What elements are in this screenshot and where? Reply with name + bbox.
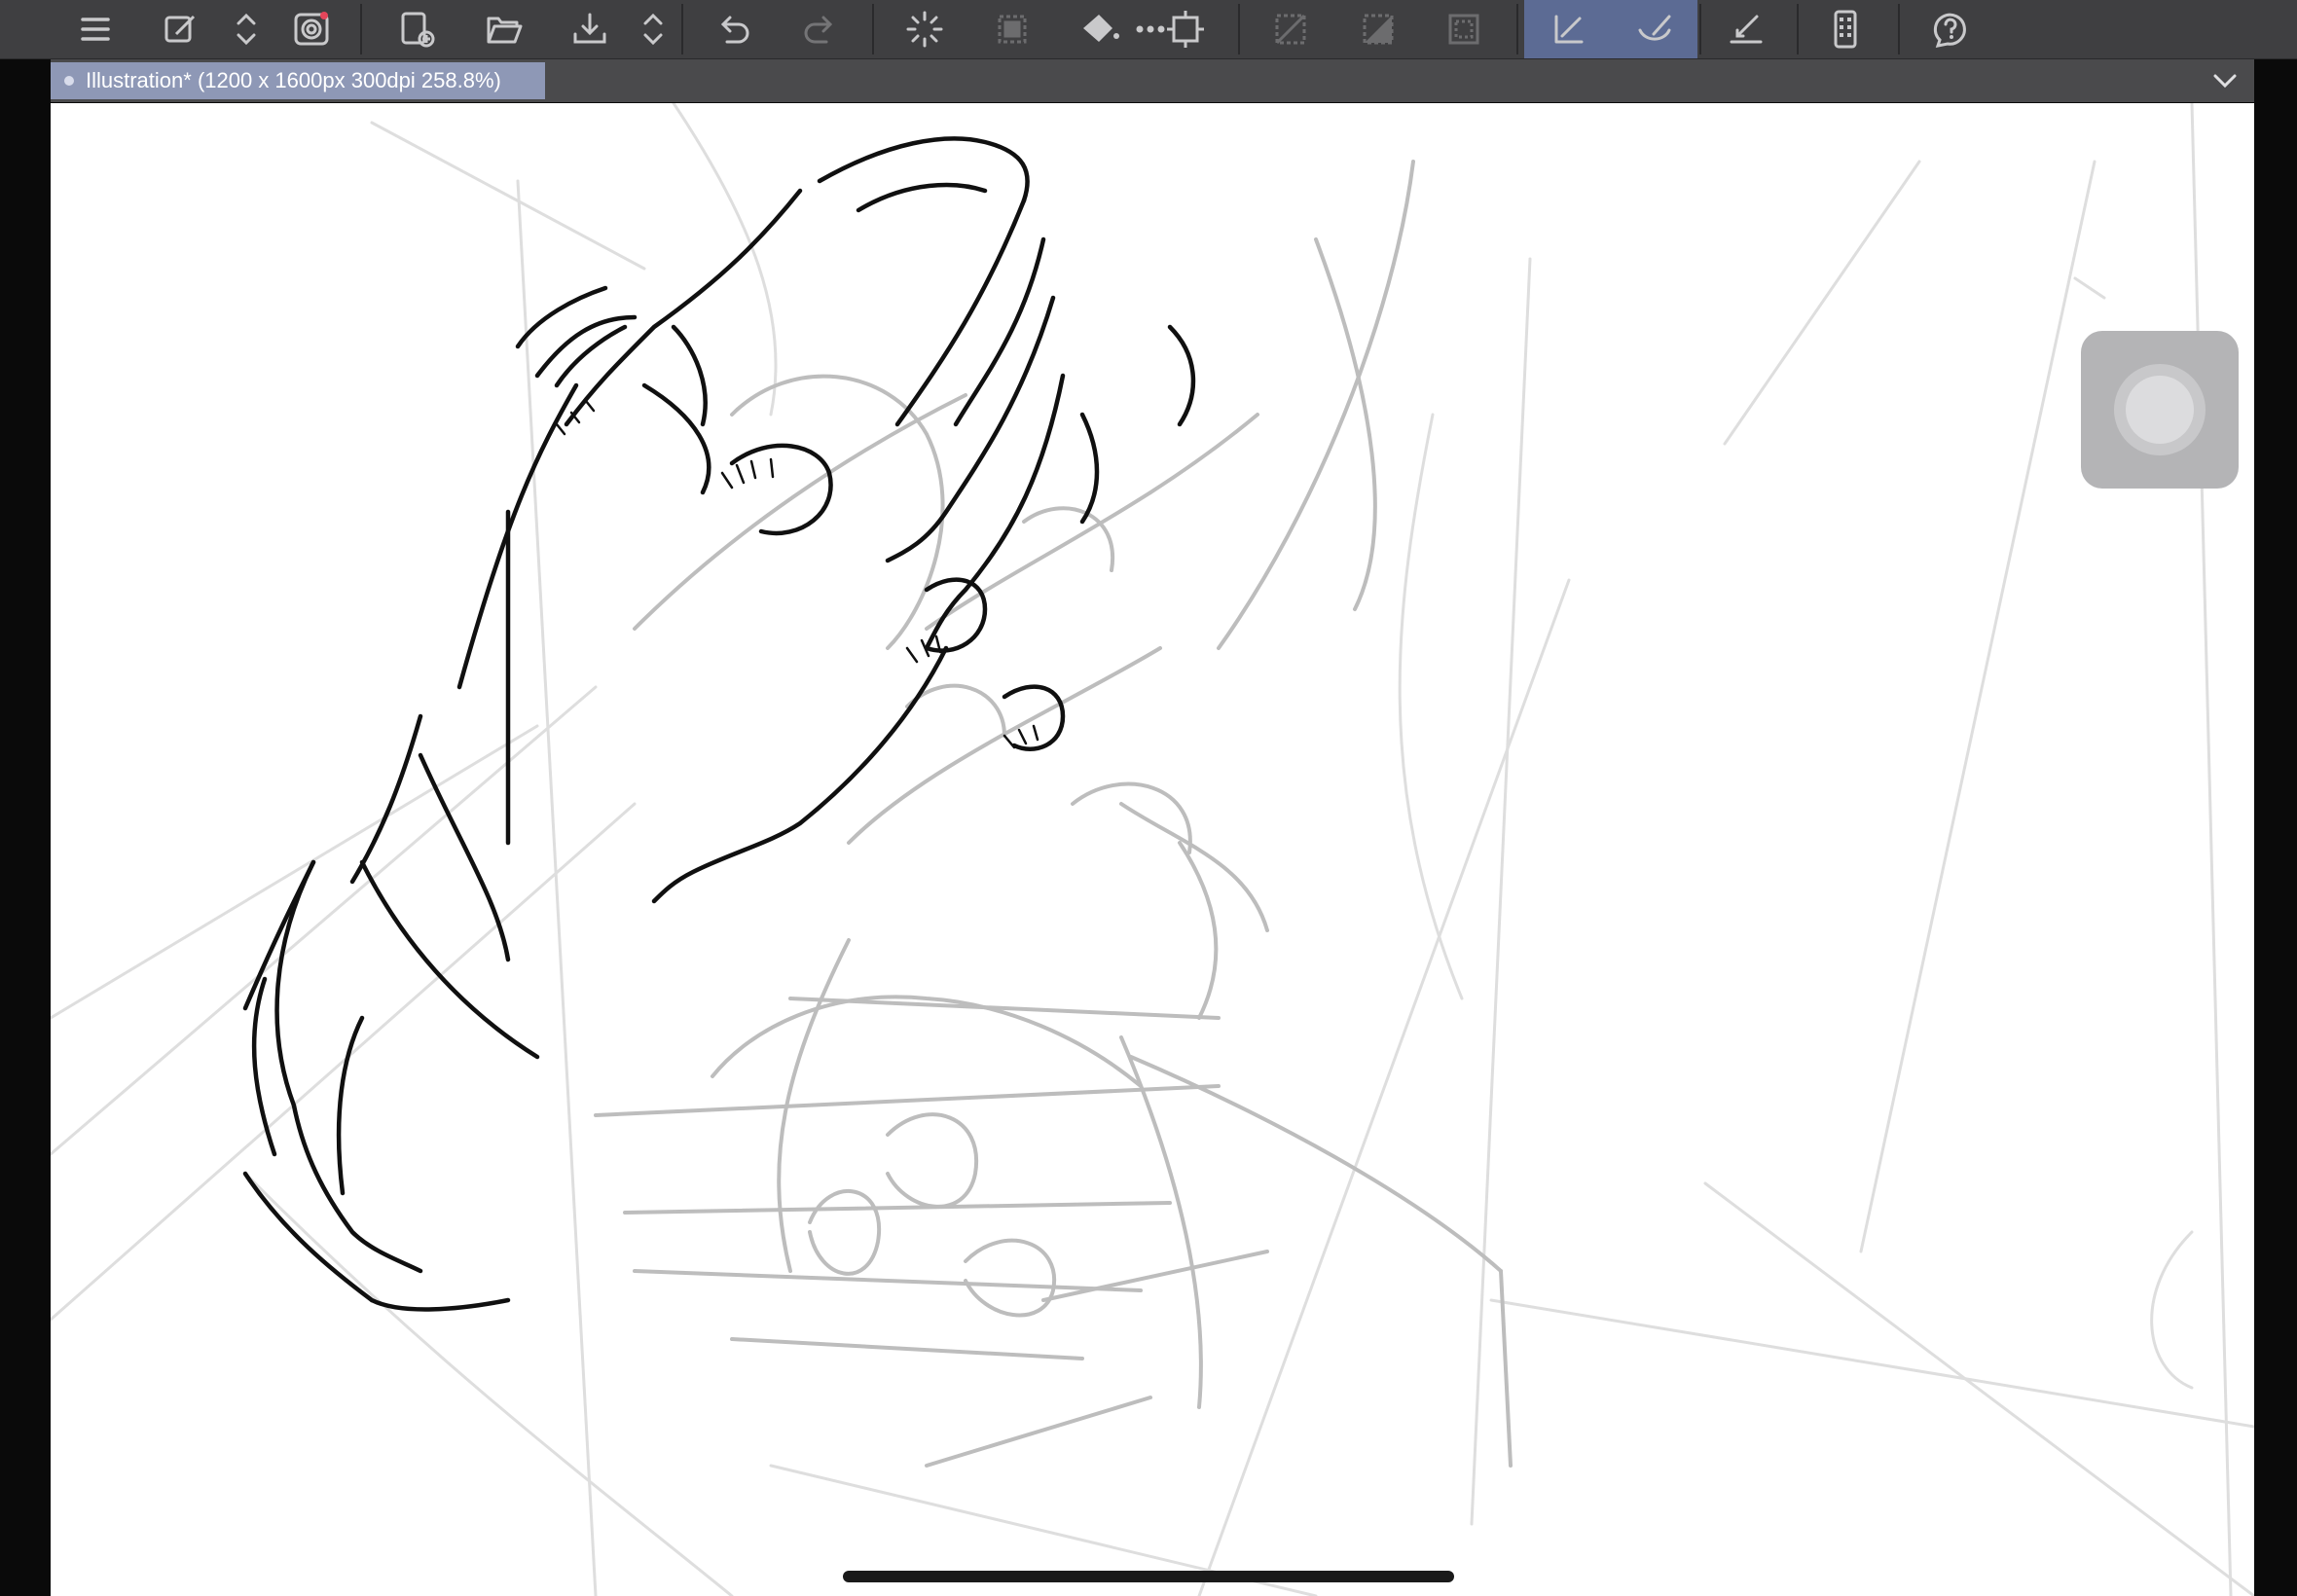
pen-settings-icon [164,15,196,43]
processing-indicator [890,0,960,58]
document-tab-bar: Illustration* (1200 x 1600px 300dpi 258.… [51,59,2254,102]
quick-access-button[interactable] [2081,331,2239,489]
tab-status-dot [64,76,74,86]
document-tab[interactable]: Illustration* (1200 x 1600px 300dpi 258.… [51,62,545,99]
pen-ruler-icon [1730,15,1763,44]
menu-icon [81,18,110,41]
loading-spinner-icon [906,11,943,48]
undo-button[interactable] [699,0,769,58]
transform-button[interactable] [977,0,1047,58]
save-options-toggle-button[interactable] [619,0,687,58]
device-settings-icon [1834,10,1857,49]
ruler-snap-icon [1554,15,1584,44]
invert-selection-button[interactable] [1343,0,1413,58]
toolbar-separator [1898,4,1900,54]
quick-access-circle-icon [2126,376,2194,444]
selection-border-button[interactable] [1429,0,1499,58]
new-file-icon [401,12,435,48]
device-settings-button[interactable] [1810,0,1880,58]
toolbar-separator [1238,4,1240,54]
drawing-canvas[interactable] [51,103,2254,1596]
redo-icon [804,16,833,44]
snap-to-grid-button[interactable] [1711,0,1781,58]
fill-bucket-icon [1083,15,1119,42]
open-button[interactable] [469,0,539,58]
toolbar-separator [1699,4,1701,54]
help-icon [1933,13,1966,48]
menu-button[interactable] [60,0,130,58]
new-file-button[interactable] [382,0,452,58]
snap-to-special-ruler-button[interactable] [1620,0,1690,58]
open-folder-icon [487,17,523,44]
deselect-icon [1275,14,1306,45]
pen-settings-button[interactable] [146,0,216,58]
undo-icon [720,16,749,44]
document-tab-title: Illustration* (1200 x 1600px 300dpi 258.… [86,68,501,92]
chevron-down-icon[interactable] [2209,65,2241,96]
crop-selection-button[interactable] [1150,0,1221,58]
invert-selection-icon [1363,14,1394,45]
selection-border-icon [1448,14,1479,45]
up-down-arrows-icon [643,13,663,46]
save-button[interactable] [555,0,625,58]
toolbar-separator [1516,4,1518,54]
sub-tool-toggle-button[interactable] [212,0,280,58]
toolbar-separator [681,4,683,54]
help-button[interactable] [1915,0,1986,58]
selection-frame-icon [1167,11,1204,48]
deselect-button[interactable] [1256,0,1326,58]
spiral-button[interactable] [276,0,346,58]
toolbar-separator [360,4,362,54]
sketch-artwork [51,103,2254,1596]
toolbar-separator [872,4,874,54]
spiral-icon [294,12,329,46]
home-indicator [843,1571,1454,1582]
main-toolbar [0,0,2297,59]
up-down-arrows-icon [237,13,256,46]
save-icon [573,13,606,44]
brush-snap-icon [1638,15,1671,41]
toolbar-separator [1797,4,1799,54]
redo-button[interactable] [784,0,855,58]
snap-to-ruler-button[interactable] [1534,0,1604,58]
transform-icon [998,15,1027,44]
